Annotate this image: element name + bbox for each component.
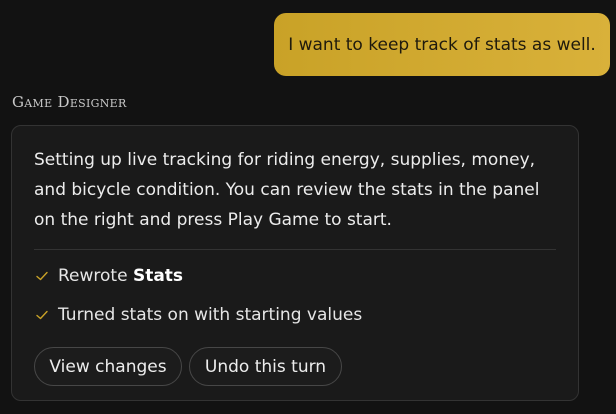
assistant-message-text: Setting up live tracking for riding ener… <box>34 150 540 230</box>
check-icon <box>34 268 50 284</box>
divider <box>34 249 556 250</box>
change-item-turned-stats-on: Turned stats on with starting values <box>34 305 362 325</box>
undo-turn-button[interactable]: Undo this turn <box>189 347 342 386</box>
user-message-bubble: I want to keep track of stats as well. <box>274 13 610 76</box>
view-changes-button[interactable]: View changes <box>34 347 182 386</box>
user-message-text: I want to keep track of stats as well. <box>288 34 596 55</box>
change-item-prefix: Rewrote <box>58 266 133 286</box>
check-icon <box>34 307 50 323</box>
change-item-target: Stats <box>132 266 184 286</box>
change-item-rewrote-stats: Rewrote Stats <box>34 266 183 286</box>
assistant-message-card: Setting up live tracking for riding ener… <box>11 125 579 401</box>
change-item-text: Turned stats on with starting values <box>58 305 363 325</box>
assistant-sender-label: Game Designer <box>12 93 127 111</box>
